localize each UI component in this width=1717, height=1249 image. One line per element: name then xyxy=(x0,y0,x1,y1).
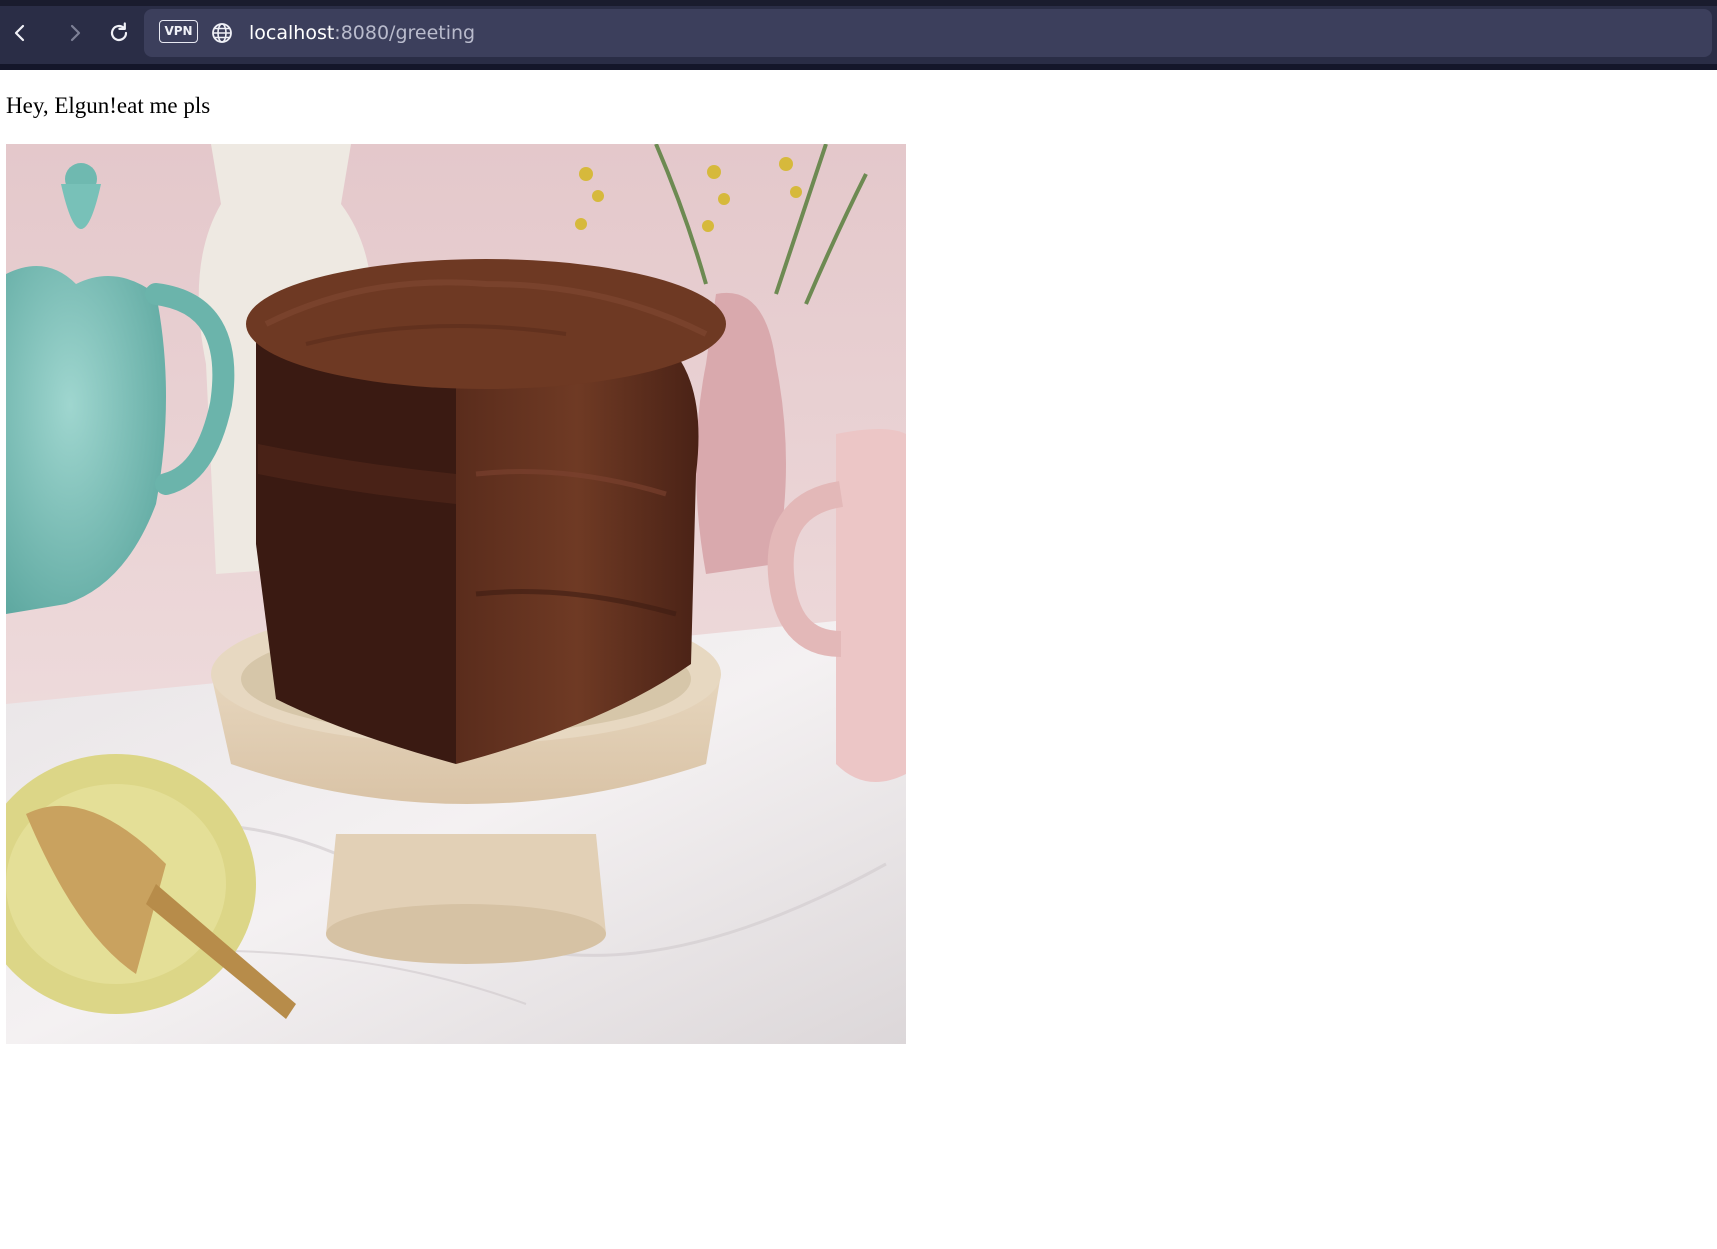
forward-button[interactable] xyxy=(58,16,92,50)
globe-icon[interactable] xyxy=(210,21,234,45)
vpn-badge[interactable]: VPN xyxy=(159,20,198,43)
url-text[interactable]: localhost:8080/greeting xyxy=(249,20,475,46)
cake-photo-illustration xyxy=(6,144,906,1044)
address-bar[interactable]: VPN localhost:8080/greeting xyxy=(144,9,1712,57)
cake-image xyxy=(6,144,906,1044)
url-path: :8080/greeting xyxy=(334,22,476,44)
greeting-text: Hey, Elgun!eat me pls xyxy=(6,93,211,118)
back-button[interactable] xyxy=(3,16,37,50)
url-host: localhost xyxy=(249,22,335,44)
reload-icon xyxy=(110,22,128,42)
chevron-left-icon xyxy=(14,24,25,42)
browser-toolbar: VPN localhost:8080/greeting xyxy=(0,0,1717,70)
page-content: Hey, Elgun!eat me pls xyxy=(0,70,1717,1249)
chevron-right-icon xyxy=(70,24,81,42)
window-top-strip xyxy=(0,0,1717,6)
reload-button[interactable] xyxy=(102,16,136,50)
